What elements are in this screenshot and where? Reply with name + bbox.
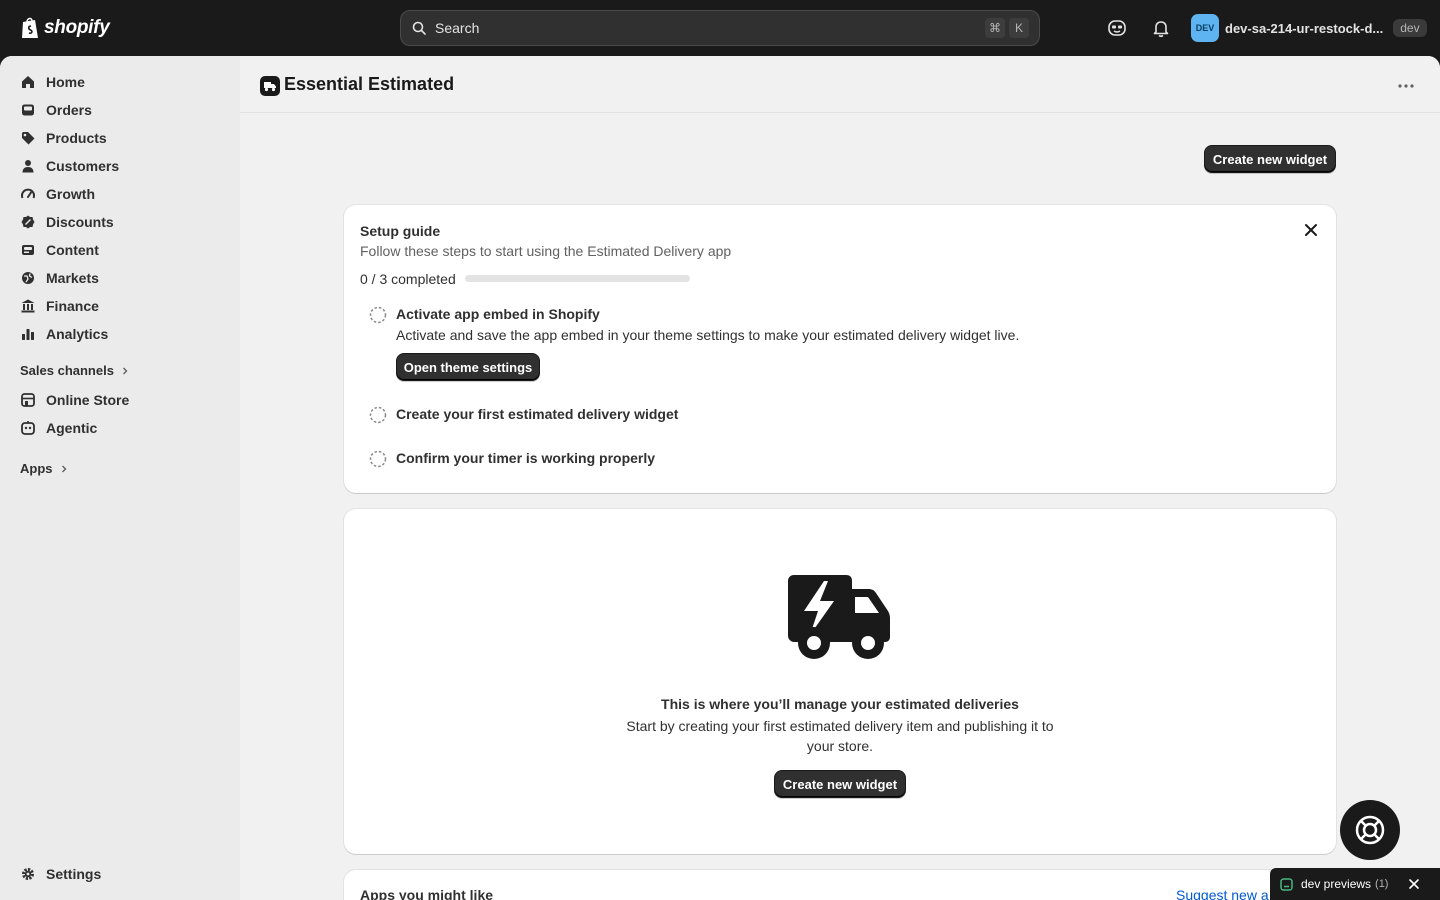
bar-chart-icon bbox=[22, 329, 34, 340]
more-actions-icon[interactable] bbox=[1396, 78, 1416, 94]
create-widget-button[interactable]: Create new widget bbox=[774, 770, 906, 798]
store-name: dev-sa-214-ur-restock-d... bbox=[1225, 20, 1384, 36]
dev-previews-bar[interactable]: dev previews (1) bbox=[1270, 868, 1440, 900]
bot-icon bbox=[21, 421, 35, 435]
sidebar-item-label: Settings bbox=[46, 866, 102, 882]
sidebar-item-label: Online Store bbox=[46, 392, 130, 408]
step-incomplete-icon[interactable] bbox=[369, 306, 387, 324]
store-icon bbox=[21, 393, 35, 407]
page-title: Essential Estimated bbox=[284, 74, 455, 94]
shortcut-mod-key: ⌘ bbox=[985, 18, 1005, 38]
suggest-app-link[interactable]: Suggest new a bbox=[1176, 887, 1269, 900]
globe-icon bbox=[22, 272, 34, 284]
app-title-bar: Essential Estimated bbox=[240, 56, 1440, 113]
step-incomplete-icon[interactable] bbox=[369, 406, 387, 424]
sidebar-item-label: Products bbox=[46, 130, 107, 146]
person-icon bbox=[22, 160, 34, 173]
close-icon[interactable] bbox=[1408, 878, 1420, 890]
dev-previews-label: dev previews bbox=[1301, 877, 1372, 891]
search-bar[interactable]: Search ⌘ K bbox=[400, 10, 1040, 46]
bank-icon bbox=[21, 299, 35, 313]
sidebar: Home Orders Products Customers Growth Di… bbox=[0, 56, 240, 900]
env-badge: dev bbox=[1393, 19, 1427, 37]
setup-guide-card: Setup guide Follow these steps to start … bbox=[344, 205, 1336, 493]
progress-bar bbox=[465, 275, 690, 282]
sidebar-item-orders[interactable]: Orders bbox=[12, 96, 228, 124]
admin-frame: Home Orders Products Customers Growth Di… bbox=[0, 56, 1440, 900]
main-content: Essential Estimated Create new widget Se… bbox=[240, 56, 1440, 900]
sidebar-item-settings[interactable]: Settings bbox=[12, 860, 228, 888]
tag-icon bbox=[22, 132, 35, 145]
sales-channels-heading[interactable]: Sales channels bbox=[20, 363, 130, 378]
sidebar-item-label: Finance bbox=[46, 298, 99, 314]
sidebar-item-label: Orders bbox=[46, 102, 92, 118]
sidebar-item-label: Analytics bbox=[46, 326, 109, 342]
step-incomplete-icon[interactable] bbox=[369, 450, 387, 468]
inbox-icon bbox=[22, 104, 34, 116]
shortcut-k-key: K bbox=[1009, 18, 1029, 38]
shopify-logo[interactable]: shopify bbox=[20, 15, 110, 41]
sidebar-item-discounts[interactable]: Discounts bbox=[12, 208, 228, 236]
sidebar-item-products[interactable]: Products bbox=[12, 124, 228, 152]
apps-label: Apps bbox=[20, 461, 53, 476]
gear-icon bbox=[22, 868, 34, 880]
logo-text: shopify bbox=[44, 17, 110, 38]
sidebar-item-markets[interactable]: Markets bbox=[12, 264, 228, 292]
sidebar-item-growth[interactable]: Growth bbox=[12, 180, 228, 208]
search-icon bbox=[412, 21, 426, 35]
setup-guide-subtitle: Follow these steps to start using the Es… bbox=[360, 243, 732, 259]
sidebar-item-online-store[interactable]: Online Store bbox=[12, 386, 228, 414]
help-button[interactable] bbox=[1340, 800, 1400, 860]
step-2-title[interactable]: Create your first estimated delivery wid… bbox=[396, 406, 678, 422]
sidebar-item-agentic[interactable]: Agentic bbox=[12, 414, 228, 442]
sales-channels-label: Sales channels bbox=[20, 363, 114, 378]
gauge-icon bbox=[21, 188, 35, 199]
step-1-title[interactable]: Activate app embed in Shopify bbox=[396, 306, 600, 322]
step-3-title[interactable]: Confirm your timer is working properly bbox=[396, 450, 655, 466]
delivery-truck-icon bbox=[788, 575, 890, 659]
sidekick-icon[interactable] bbox=[1106, 17, 1128, 39]
sidebar-item-analytics[interactable]: Analytics bbox=[12, 320, 228, 348]
apps-you-might-like-card: Apps you might like Suggest new a bbox=[344, 870, 1336, 900]
preview-icon bbox=[1280, 877, 1293, 891]
sidebar-item-label: Customers bbox=[46, 158, 120, 174]
home-icon bbox=[22, 76, 34, 88]
lifebuoy-icon bbox=[1355, 815, 1385, 845]
sidebar-item-label: Growth bbox=[46, 186, 95, 202]
search-placeholder: Search bbox=[435, 20, 480, 36]
sidebar-item-label: Markets bbox=[46, 270, 99, 286]
sidebar-item-customers[interactable]: Customers bbox=[12, 152, 228, 180]
store-switcher[interactable]: DEV dev-sa-214-ur-restock-d... dev bbox=[1191, 14, 1427, 42]
sidebar-item-content[interactable]: Content bbox=[12, 236, 228, 264]
empty-state-card: This is where you’ll manage your estimat… bbox=[344, 509, 1336, 854]
app-icon bbox=[260, 76, 280, 96]
sidebar-item-label: Content bbox=[46, 242, 99, 258]
top-bar: shopify Search ⌘ K DEV dev-sa-214-ur-res… bbox=[0, 0, 1440, 56]
chevron-right-icon bbox=[61, 465, 66, 472]
create-widget-button[interactable]: Create new widget bbox=[1204, 145, 1336, 173]
image-icon bbox=[22, 245, 34, 255]
progress-text: 0 / 3 completed bbox=[360, 271, 456, 287]
dev-previews-count: (1) bbox=[1375, 878, 1389, 890]
setup-guide-title: Setup guide bbox=[360, 223, 441, 239]
shopify-bag-icon bbox=[22, 17, 38, 38]
discount-icon bbox=[21, 215, 35, 229]
apps-section-title: Apps you might like bbox=[360, 887, 494, 900]
apps-heading[interactable]: Apps bbox=[20, 461, 69, 476]
sidebar-item-label: Agentic bbox=[46, 420, 98, 436]
sidebar-item-label: Discounts bbox=[46, 214, 114, 230]
empty-state-description: Start by creating your first estimated d… bbox=[626, 718, 1054, 754]
empty-state-title: This is where you’ll manage your estimat… bbox=[661, 696, 1019, 712]
sidebar-item-finance[interactable]: Finance bbox=[12, 292, 228, 320]
sidebar-item-label: Home bbox=[46, 74, 85, 90]
avatar: DEV bbox=[1191, 14, 1219, 42]
step-1-description: Activate and save the app embed in your … bbox=[396, 327, 1020, 343]
chevron-right-icon bbox=[122, 367, 128, 374]
open-theme-settings-button[interactable]: Open theme settings bbox=[396, 353, 540, 381]
sidebar-item-home[interactable]: Home bbox=[12, 68, 228, 96]
close-icon[interactable] bbox=[1302, 221, 1320, 239]
bell-icon[interactable] bbox=[1150, 17, 1172, 39]
